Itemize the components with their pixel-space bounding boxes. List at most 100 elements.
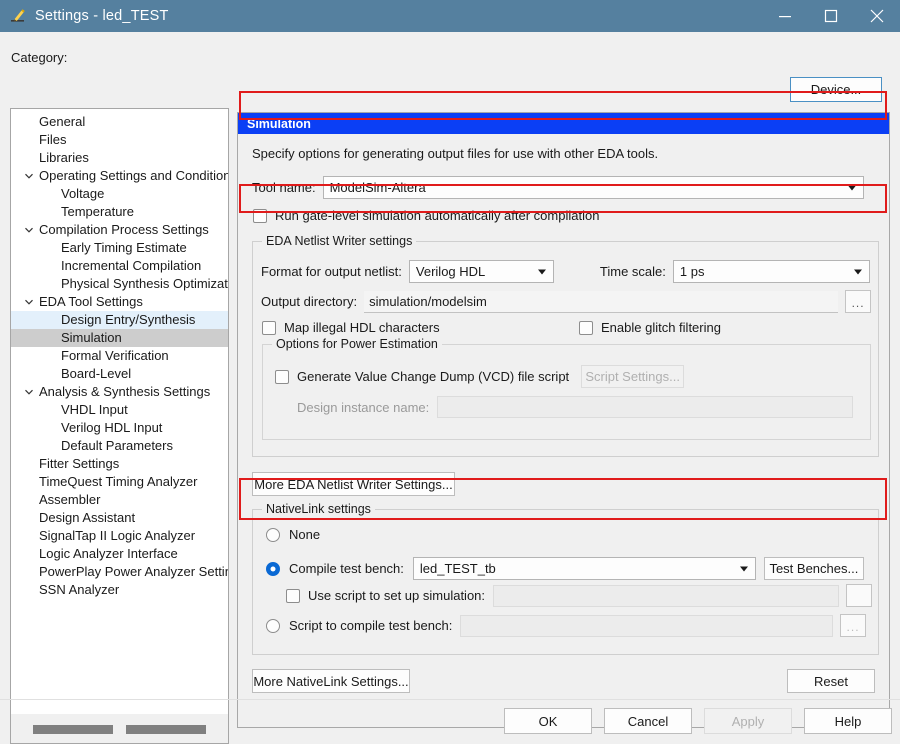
sidebar-item-logic-analyzer-interface[interactable]: Logic Analyzer Interface — [11, 545, 228, 563]
output-directory-browse-button[interactable]: ... — [845, 290, 872, 313]
vcd-row[interactable]: Generate Value Change Dump (VCD) file sc… — [275, 365, 685, 388]
sidebar-item-libraries[interactable]: Libraries — [11, 149, 228, 167]
sidebar-item-files[interactable]: Files — [11, 131, 228, 149]
sidebar-item-simulation[interactable]: Simulation — [11, 329, 228, 347]
device-button[interactable]: Device... — [790, 77, 882, 102]
format-value: Verilog HDL — [415, 264, 486, 279]
output-directory-input[interactable]: simulation/modelsim — [364, 290, 839, 313]
sidebar-item-label: Fitter Settings — [39, 456, 120, 471]
test-benches-button[interactable]: Test Benches... — [763, 557, 864, 580]
map-illegal-checkbox[interactable] — [262, 320, 276, 335]
sidebar-item-design-assistant[interactable]: Design Assistant — [11, 509, 228, 527]
tool-name-value: ModelSim-Altera — [329, 180, 426, 195]
map-illegal-label: Map illegal HDL characters — [284, 320, 440, 335]
compile-test-bench-combo[interactable]: led_TEST_tb — [412, 557, 756, 580]
reset-button[interactable]: Reset — [787, 669, 875, 693]
sidebar-item-board-level[interactable]: Board-Level — [11, 365, 228, 383]
use-script-checkbox[interactable] — [286, 588, 300, 603]
apply-button[interactable]: Apply — [704, 708, 792, 734]
nativelink-none-radio[interactable] — [266, 527, 280, 542]
sidebar-item-operating-settings-and-conditions[interactable]: Operating Settings and Conditions — [11, 167, 228, 185]
use-script-input[interactable] — [493, 584, 840, 607]
script-compile-radio[interactable] — [266, 618, 280, 633]
script-compile-row[interactable]: Script to compile test bench: ... — [266, 614, 866, 637]
chevron-down-icon[interactable] — [23, 293, 35, 311]
format-row: Format for output netlist: Verilog HDL T… — [261, 260, 870, 283]
design-instance-input[interactable] — [437, 396, 854, 418]
run-gate-level-row[interactable]: Run gate-level simulation automatically … — [253, 208, 599, 223]
output-directory-row: Output directory: simulation/modelsim ..… — [261, 290, 873, 313]
sidebar-item-verilog-hdl-input[interactable]: Verilog HDL Input — [11, 419, 228, 437]
use-script-row[interactable]: Use script to set up simulation: — [286, 584, 876, 607]
use-script-browse-button[interactable] — [846, 584, 873, 607]
compile-test-bench-row[interactable]: Compile test bench: led_TEST_tb Test Ben… — [266, 557, 866, 580]
sidebar-item-signaltap-ii-logic-analyzer[interactable]: SignalTap II Logic Analyzer — [11, 527, 228, 545]
footer-bar: OK Cancel Apply Help — [0, 700, 900, 744]
sidebar-item-early-timing-estimate[interactable]: Early Timing Estimate — [11, 239, 228, 257]
sidebar-item-label: SSN Analyzer — [39, 582, 120, 597]
chevron-down-icon[interactable] — [23, 383, 35, 401]
title-bar: Settings - led_TEST — [0, 0, 900, 32]
compile-test-bench-radio[interactable] — [266, 561, 280, 576]
sidebar-item-label: Compilation Process Settings — [39, 222, 209, 237]
power-estimation-group: Options for Power Estimation Generate Va… — [262, 337, 871, 440]
more-nativelink-settings-button[interactable]: More NativeLink Settings... — [252, 669, 410, 693]
chevron-down-icon — [739, 566, 748, 571]
run-gate-level-checkbox[interactable] — [253, 208, 267, 223]
sidebar-item-eda-tool-settings[interactable]: EDA Tool Settings — [11, 293, 228, 311]
compile-test-bench-label: Compile test bench: — [289, 561, 404, 576]
sidebar-item-default-parameters[interactable]: Default Parameters — [11, 437, 228, 455]
sidebar-item-fitter-settings[interactable]: Fitter Settings — [11, 455, 228, 473]
nativelink-none-label: None — [289, 527, 321, 542]
sidebar-item-temperature[interactable]: Temperature — [11, 203, 228, 221]
sidebar-item-timequest-timing-analyzer[interactable]: TimeQuest Timing Analyzer — [11, 473, 228, 491]
minimize-icon[interactable] — [762, 0, 808, 32]
sidebar-item-compilation-process-settings[interactable]: Compilation Process Settings — [11, 221, 228, 239]
sidebar-item-general[interactable]: General — [11, 113, 228, 131]
map-illegal-row[interactable]: Map illegal HDL characters — [262, 320, 440, 335]
script-settings-button[interactable]: Script Settings... — [581, 365, 685, 388]
script-compile-browse-button[interactable]: ... — [840, 614, 866, 637]
sidebar-item-powerplay-power-analyzer-settings[interactable]: PowerPlay Power Analyzer Settings — [11, 563, 228, 581]
format-combo[interactable]: Verilog HDL — [408, 260, 554, 283]
glitch-filtering-checkbox[interactable] — [579, 320, 593, 335]
use-script-label: Use script to set up simulation: — [308, 588, 486, 603]
nativelink-group-title: NativeLink settings — [262, 502, 375, 516]
sidebar-item-ssn-analyzer[interactable]: SSN Analyzer — [11, 581, 228, 599]
sidebar-item-incremental-compilation[interactable]: Incremental Compilation — [11, 257, 228, 275]
category-tree[interactable]: General Files Libraries Operating Settings … — [10, 108, 229, 744]
sidebar-item-physical-synthesis-optimization[interactable]: Physical Synthesis Optimization — [11, 275, 228, 293]
timescale-combo[interactable]: 1 ps — [672, 260, 870, 283]
sidebar-item-label: Design Assistant — [39, 510, 136, 525]
chevron-down-icon — [853, 269, 862, 274]
vcd-checkbox[interactable] — [275, 369, 289, 384]
sidebar-item-label: VHDL Input — [61, 402, 128, 417]
cancel-button[interactable]: Cancel — [604, 708, 692, 734]
power-estimation-group-title: Options for Power Estimation — [272, 337, 442, 351]
nativelink-group: NativeLink settings None Compile test be… — [252, 502, 879, 655]
ok-button[interactable]: OK — [504, 708, 592, 734]
more-eda-netlist-writer-settings-button[interactable]: More EDA Netlist Writer Settings... — [252, 472, 455, 496]
script-compile-input[interactable] — [460, 614, 834, 637]
panel-header: Simulation — [238, 113, 889, 134]
chevron-down-icon[interactable] — [23, 221, 35, 239]
sidebar-item-voltage[interactable]: Voltage — [11, 185, 228, 203]
tool-name-combo[interactable]: ModelSim-Altera — [322, 176, 864, 199]
sidebar-item-vhdl-input[interactable]: VHDL Input — [11, 401, 228, 419]
chevron-down-icon[interactable] — [23, 167, 35, 185]
settings-window: Settings - led_TEST Category: Device... … — [0, 0, 900, 744]
sidebar-item-analysis-synthesis-settings[interactable]: Analysis & Synthesis Settings — [11, 383, 228, 401]
glitch-filtering-row[interactable]: Enable glitch filtering — [579, 320, 721, 335]
help-button[interactable]: Help — [804, 708, 892, 734]
pencil-icon — [9, 7, 27, 25]
sidebar-item-formal-verification[interactable]: Formal Verification — [11, 347, 228, 365]
nativelink-none-row[interactable]: None — [266, 527, 320, 542]
sidebar-item-label: Formal Verification — [61, 348, 169, 363]
close-icon[interactable] — [854, 0, 900, 32]
maximize-icon[interactable] — [808, 0, 854, 32]
script-compile-label: Script to compile test bench: — [289, 618, 453, 633]
tool-name-label: Tool name: — [252, 180, 316, 195]
category-label: Category: — [11, 50, 68, 65]
sidebar-item-design-entry-synthesis[interactable]: Design Entry/Synthesis — [11, 311, 228, 329]
sidebar-item-assembler[interactable]: Assembler — [11, 491, 228, 509]
